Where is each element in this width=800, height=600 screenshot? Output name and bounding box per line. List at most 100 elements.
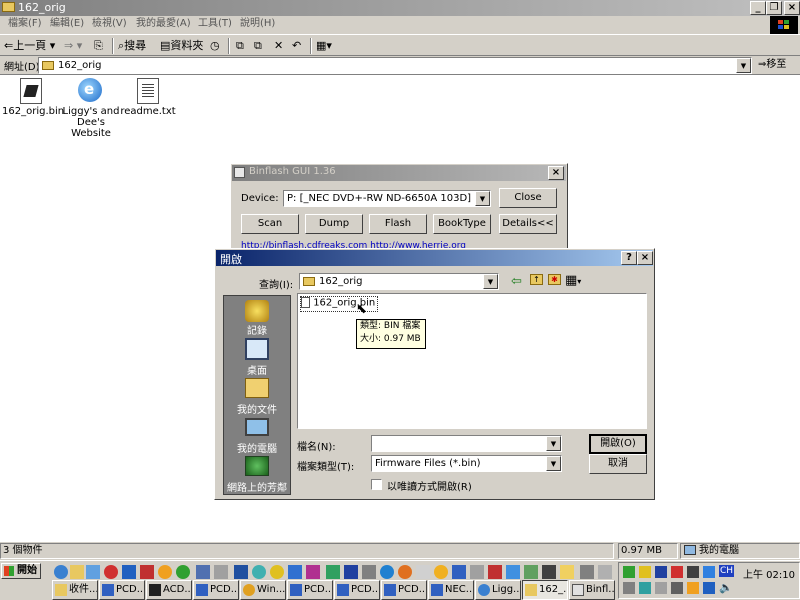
menu-favorites[interactable]: 我的最愛(A) <box>136 16 191 32</box>
back-button[interactable]: ⇐上一頁 ▾ <box>4 35 55 57</box>
tray-icon[interactable] <box>639 582 651 594</box>
clock[interactable]: 上午 02:10 <box>743 566 795 581</box>
details-button[interactable]: Details<< <box>499 214 557 234</box>
undo-button[interactable]: ↶ <box>292 35 301 57</box>
app-quicklaunch-icon[interactable] <box>560 565 574 579</box>
search-button[interactable]: ⌕搜尋 <box>118 35 146 57</box>
app-quicklaunch-icon[interactable] <box>234 565 248 579</box>
task-button[interactable]: Win... <box>240 580 286 600</box>
app-quicklaunch-icon[interactable] <box>362 565 376 579</box>
explorer-title-bar[interactable]: 162_orig _ ❐ × <box>0 0 800 16</box>
restore-button[interactable]: ❐ <box>766 1 782 15</box>
filetype-select[interactable]: Firmware Files (*.bin) ▼ <box>371 455 562 472</box>
task-button[interactable]: 收件... <box>52 580 98 600</box>
app-quicklaunch-icon[interactable] <box>196 565 210 579</box>
filetype-dropdown[interactable]: ▼ <box>546 456 561 471</box>
app-quicklaunch-icon[interactable] <box>452 565 466 579</box>
up-one-level-icon[interactable]: ↑ <box>530 274 543 285</box>
app-quicklaunch-icon[interactable] <box>380 565 394 579</box>
close-button[interactable]: × <box>784 1 800 15</box>
app-quicklaunch-icon[interactable] <box>398 565 412 579</box>
tray-icon[interactable] <box>703 582 715 594</box>
view-menu-icon[interactable]: ▦▾ <box>565 273 581 288</box>
menu-edit[interactable]: 編輯(E) <box>50 16 84 32</box>
back-icon[interactable]: ⇦ <box>511 274 522 289</box>
menu-tools[interactable]: 工具(T) <box>198 16 232 32</box>
tray-icon[interactable] <box>703 566 715 578</box>
task-button[interactable]: 162_... <box>522 580 568 600</box>
address-dropdown[interactable]: ▼ <box>736 58 751 73</box>
task-button[interactable]: ACD... <box>146 580 192 600</box>
app-quicklaunch-icon[interactable] <box>580 565 594 579</box>
start-button[interactable]: 開始 <box>1 563 41 579</box>
tray-icon[interactable] <box>623 566 635 578</box>
lookin-select[interactable]: 162_orig ▼ <box>299 273 499 290</box>
binflash-title-bar[interactable]: Binflash GUI 1.36 × <box>232 165 566 181</box>
scan-button[interactable]: Scan <box>241 214 299 234</box>
copy-to-button[interactable]: ⧉ <box>254 35 262 57</box>
go-button[interactable]: ⇒移至 <box>758 57 786 73</box>
up-folder-button[interactable]: ⎘ <box>94 35 103 57</box>
views-button[interactable]: ▦▾ <box>316 35 332 57</box>
app-quicklaunch-icon[interactable] <box>506 565 520 579</box>
app-quicklaunch-icon[interactable] <box>122 565 136 579</box>
task-button[interactable]: Ligg... <box>475 580 521 600</box>
app-quicklaunch-icon[interactable] <box>214 565 228 579</box>
menu-file[interactable]: 檔案(F) <box>8 16 42 32</box>
app-quicklaunch-icon[interactable] <box>252 565 266 579</box>
app-quicklaunch-icon[interactable] <box>434 565 448 579</box>
task-button[interactable]: PCD... <box>193 580 239 600</box>
forward-button[interactable]: ⇒ ▾ <box>64 35 82 57</box>
app-quicklaunch-icon[interactable] <box>140 565 154 579</box>
booktype-button[interactable]: BookType <box>433 214 491 234</box>
address-input[interactable]: 162_orig ▼ <box>38 57 752 74</box>
tray-icon[interactable] <box>639 566 651 578</box>
delete-button[interactable]: ✕ <box>274 35 283 57</box>
device-select[interactable]: P: [_NEC DVD+-RW ND-6650A 103D] ▼ <box>283 190 491 207</box>
task-button[interactable]: PCD... <box>287 580 333 600</box>
app-quicklaunch-icon[interactable] <box>270 565 284 579</box>
app-quicklaunch-icon[interactable] <box>416 565 430 579</box>
flash-button[interactable]: Flash <box>369 214 427 234</box>
task-button[interactable]: PCD... <box>99 580 145 600</box>
app-quicklaunch-icon[interactable] <box>158 565 172 579</box>
tray-icon[interactable] <box>623 582 635 594</box>
app-quicklaunch-icon[interactable] <box>288 565 302 579</box>
app-quicklaunch-icon[interactable] <box>470 565 484 579</box>
move-to-button[interactable]: ⧉ <box>236 35 244 57</box>
menu-help[interactable]: 說明(H) <box>240 16 275 32</box>
volume-icon[interactable]: 🔈 <box>719 582 733 594</box>
binflash-close-icon[interactable]: × <box>548 166 564 180</box>
history-button[interactable]: ◷ <box>210 35 220 57</box>
new-folder-icon[interactable]: ✱ <box>548 274 561 285</box>
minimize-button[interactable]: _ <box>750 1 766 15</box>
readonly-checkbox[interactable] <box>371 479 382 490</box>
lookin-dropdown[interactable]: ▼ <box>483 274 498 289</box>
tray-icon[interactable] <box>671 582 683 594</box>
app-quicklaunch-icon[interactable] <box>176 565 190 579</box>
cancel-button[interactable]: 取消 <box>589 454 647 474</box>
desktop-quicklaunch-icon[interactable] <box>86 565 100 579</box>
task-button[interactable]: PCD... <box>381 580 427 600</box>
binflash-close-button[interactable]: Close <box>499 188 557 208</box>
open-dialog-title-bar[interactable]: 開啟 ? × <box>216 250 653 266</box>
ime-indicator[interactable]: CH <box>719 565 735 577</box>
task-button[interactable]: Binfl... <box>569 580 615 600</box>
dump-button[interactable]: Dump <box>305 214 363 234</box>
open-button[interactable]: 開啟(O) <box>589 434 647 454</box>
app-quicklaunch-icon[interactable] <box>598 565 612 579</box>
dialog-file-list[interactable]: 162_orig.bin ⬉ <box>297 293 647 429</box>
tray-icon[interactable] <box>655 582 667 594</box>
tray-icon[interactable] <box>655 566 667 578</box>
app-quicklaunch-icon[interactable] <box>344 565 358 579</box>
app-quicklaunch-icon[interactable] <box>104 565 118 579</box>
tray-icon[interactable] <box>687 566 699 578</box>
folders-button[interactable]: ▤資料夾 <box>160 35 203 57</box>
app-quicklaunch-icon[interactable] <box>306 565 320 579</box>
menu-view[interactable]: 檢視(V) <box>92 16 127 32</box>
filename-dropdown[interactable]: ▼ <box>546 436 561 451</box>
app-quicklaunch-icon[interactable] <box>542 565 556 579</box>
outlook-quicklaunch-icon[interactable] <box>70 565 84 579</box>
device-dropdown[interactable]: ▼ <box>475 191 490 206</box>
ie-quicklaunch-icon[interactable] <box>54 565 68 579</box>
